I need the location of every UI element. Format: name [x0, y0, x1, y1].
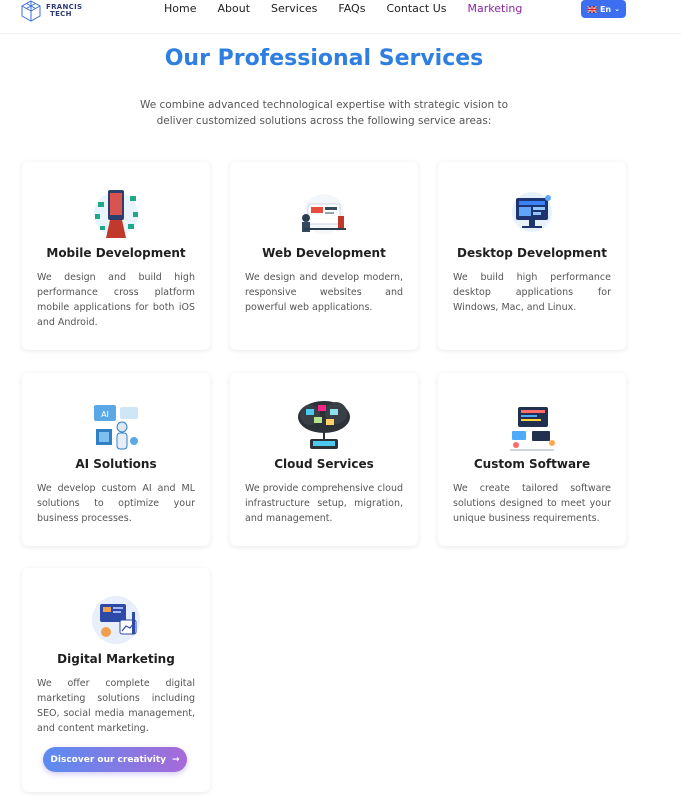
logo-cube-icon: [21, 0, 41, 22]
page-title: Our Professional Services: [164, 46, 484, 71]
service-title: Digital Marketing: [57, 652, 175, 666]
service-title: Custom Software: [473, 457, 591, 471]
service-title: AI Solutions: [75, 457, 157, 471]
logo-text: FRANCIS TECH: [46, 4, 82, 18]
digital-marketing-icon: [92, 596, 140, 644]
language-selector[interactable]: En ⌄: [581, 0, 626, 18]
chevron-down-icon: ⌄: [614, 5, 621, 13]
service-description: We build high performance desktop applic…: [453, 272, 611, 313]
web-development-icon: [302, 194, 346, 234]
service-card-mobile-development[interactable]: Mobile Development We design and build h…: [22, 162, 210, 350]
service-description: We design and develop modern, responsive…: [245, 272, 403, 313]
service-card-desktop-development[interactable]: Desktop Development We build high perfor…: [438, 162, 626, 350]
service-card-web-development[interactable]: Web Development We design and develop mo…: [230, 162, 418, 350]
service-description: We offer complete digital marketing solu…: [37, 678, 195, 734]
nav-marketing[interactable]: Marketing: [468, 1, 523, 17]
svg-text:AI: AI: [101, 410, 109, 419]
arrow-right-icon: →: [172, 754, 180, 765]
logo-line2: TECH: [50, 10, 72, 18]
page-subtitle: We combine advanced technological expert…: [139, 99, 509, 127]
service-description: We create tailored software solutions de…: [453, 483, 611, 524]
uk-flag-icon: [586, 5, 597, 13]
discover-button-label: Discover our creativity: [50, 754, 167, 765]
desktop-development-icon: [512, 192, 552, 232]
service-title: Desktop Development: [457, 246, 607, 260]
service-description: We develop custom AI and ML solutions to…: [37, 483, 195, 524]
mobile-development-icon: [94, 190, 138, 238]
custom-software-icon: [510, 407, 555, 451]
service-card-ai-solutions[interactable]: AI AI Solutions We develop custom AI and…: [22, 373, 210, 546]
logo[interactable]: FRANCIS TECH: [20, 0, 90, 26]
language-label: En: [599, 4, 612, 14]
service-title: Mobile Development: [46, 246, 186, 260]
service-title: Web Development: [262, 246, 386, 260]
service-description: We provide comprehensive cloud infrastru…: [245, 483, 403, 524]
nav-home[interactable]: Home: [164, 1, 196, 17]
nav-about[interactable]: About: [217, 1, 250, 17]
service-card-custom-software[interactable]: Custom Software We create tailored softw…: [438, 373, 626, 546]
service-title: Cloud Services: [274, 457, 374, 471]
ai-solutions-icon: AI: [94, 405, 138, 450]
nav-faqs[interactable]: FAQs: [338, 1, 365, 17]
service-description: We design and build high performance cro…: [37, 272, 195, 328]
cloud-services-icon: [298, 401, 350, 449]
nav-links: Home About Services FAQs Contact Us Mark…: [164, 1, 543, 17]
navbar: FRANCIS TECH Home About Services FAQs Co…: [0, 0, 681, 34]
service-card-cloud-services[interactable]: Cloud Services We provide comprehensive …: [230, 373, 418, 546]
nav-contact-us[interactable]: Contact Us: [386, 1, 446, 17]
discover-creativity-button[interactable]: Discover our creativity →: [43, 747, 187, 772]
nav-services[interactable]: Services: [271, 1, 317, 17]
